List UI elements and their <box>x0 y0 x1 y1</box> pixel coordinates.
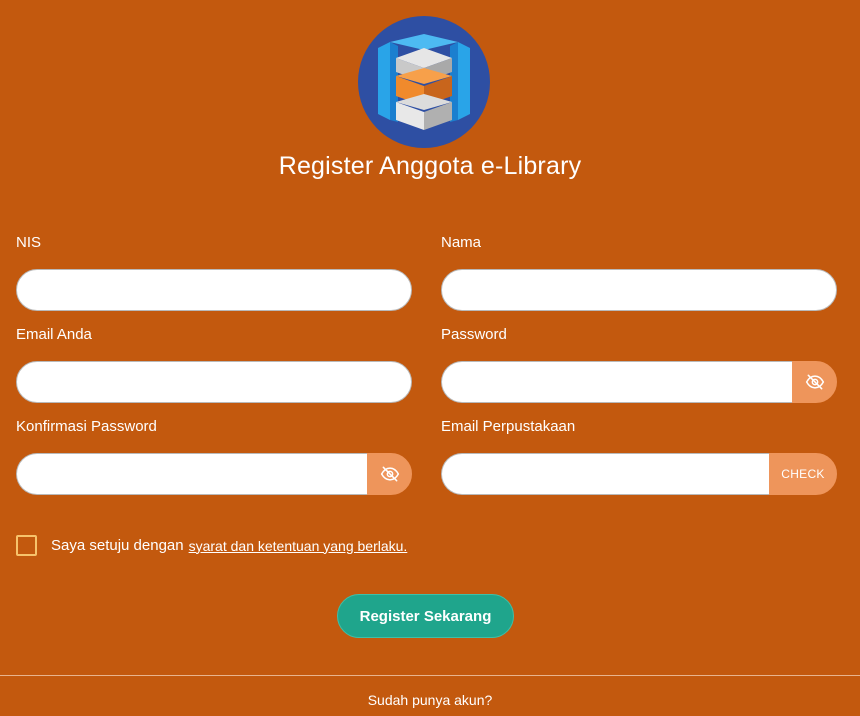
library-email-input-row: CHECK <box>441 453 837 495</box>
password-input[interactable] <box>441 361 792 403</box>
email-input[interactable] <box>16 361 412 403</box>
password-input-row <box>441 361 837 403</box>
email-field-group: Email Anda <box>16 325 412 403</box>
check-button[interactable]: CHECK <box>769 453 837 495</box>
confirm-password-input[interactable] <box>16 453 367 495</box>
nis-field-group: NIS <box>16 233 412 311</box>
password-label: Password <box>441 326 507 343</box>
password-field-group: Password <box>441 325 837 403</box>
confirm-password-input-row <box>16 453 412 495</box>
email-label: Email Anda <box>16 326 92 343</box>
nama-input-row <box>441 269 837 311</box>
footer-divider <box>0 675 860 676</box>
library-email-input[interactable] <box>441 453 769 495</box>
nama-input[interactable] <box>441 269 837 311</box>
page-title: Register Anggota e-Library <box>278 152 582 180</box>
eye-slash-icon <box>380 466 399 482</box>
eye-slash-icon <box>805 374 824 390</box>
confirm-password-label: Konfirmasi Password <box>16 418 157 435</box>
register-button[interactable]: Register Sekarang <box>337 594 514 638</box>
confirm-password-field-group: Konfirmasi Password <box>16 417 412 495</box>
library-email-label: Email Perpustakaan <box>441 418 576 435</box>
nis-label: NIS <box>16 234 42 251</box>
terms-link[interactable]: syarat dan ketentuan yang berlaku. <box>189 538 408 554</box>
agreement-text: Saya setuju dengan <box>51 537 184 554</box>
library-logo <box>358 16 490 148</box>
agree-checkbox[interactable] <box>16 535 37 556</box>
library-email-field-group: Email Perpustakaan CHECK <box>441 417 837 495</box>
nis-input[interactable] <box>16 269 412 311</box>
password-toggle-button[interactable] <box>792 361 837 403</box>
confirm-password-toggle-button[interactable] <box>367 453 412 495</box>
email-input-row <box>16 361 412 403</box>
nama-field-group: Nama <box>441 233 837 311</box>
nama-label: Nama <box>441 234 482 251</box>
have-account-text: Sudah punya akun? <box>367 692 493 708</box>
library-cube-logo-icon <box>358 16 490 148</box>
nis-input-row <box>16 269 412 311</box>
agreement-row: Saya setuju dengan syarat dan ketentuan … <box>16 535 407 556</box>
